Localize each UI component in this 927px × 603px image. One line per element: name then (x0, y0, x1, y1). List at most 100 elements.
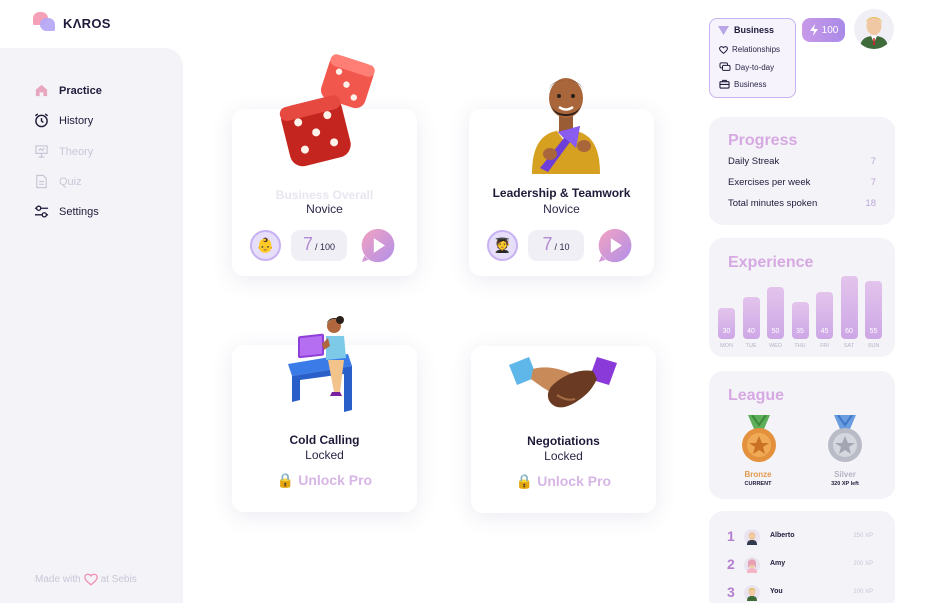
leaderboard-xp: 250 XP (853, 533, 873, 539)
unlock-pro-button[interactable]: 🔒 Unlock Pro (232, 472, 417, 489)
league-next-label: 320 XP left (831, 481, 859, 487)
category-dropdown[interactable]: Business Relationships Day-to-day Busine… (709, 18, 796, 98)
score-total: / 100 (314, 242, 336, 252)
stat-label: Total minutes spoken (728, 198, 818, 209)
stat-row: Exercises per week 7 (728, 177, 876, 188)
category-option-day-to-day[interactable]: Day-to-day (719, 62, 774, 72)
stat-value: 7 (870, 156, 876, 167)
day-label: SAT (843, 343, 855, 349)
category-selected[interactable]: Business (718, 25, 774, 35)
leaderboard-xp: 200 XP (853, 561, 873, 567)
score-value: 7 (302, 234, 313, 254)
heart-icon (83, 573, 98, 586)
level-badge: 👶 (250, 230, 281, 261)
unlock-pro-button[interactable]: 🔒 Unlock Pro (471, 473, 656, 490)
panel-title: Experience (728, 254, 814, 271)
man-with-arrow-illustration (532, 78, 600, 174)
lightning-icon (809, 24, 818, 36)
card-title: Cold Calling (289, 433, 360, 447)
score-value: 7 (542, 234, 553, 254)
brand-name: KΛROS (63, 15, 111, 31)
leaderboard-rank: 3 (727, 584, 735, 600)
bar-value-label: 50 (771, 328, 780, 335)
bar-value-label: 40 (747, 328, 755, 335)
presentation-icon (35, 145, 48, 158)
stat-label: Exercises per week (728, 177, 811, 188)
bar-value-label: 30 (722, 328, 731, 335)
league-current-label: CURRENT (744, 481, 772, 487)
card-level: Locked (305, 448, 344, 462)
card-title: Business Overall (275, 188, 374, 202)
dice-illustration (279, 54, 375, 167)
card-level: Locked (544, 449, 583, 463)
user-avatar[interactable] (854, 9, 894, 49)
silver-medal-icon (828, 415, 862, 462)
league-next-name: Silver (834, 470, 856, 479)
leaderboard-xp: 100 XP (853, 589, 873, 595)
card-level: Novice (306, 202, 343, 216)
clock-icon (34, 113, 49, 128)
card-title: Leadership & Teamwork (492, 186, 631, 200)
play-button[interactable] (596, 227, 633, 264)
league-current-name: Bronze (744, 470, 772, 479)
score-pill: 7 / 100 (291, 230, 347, 261)
day-label: WED (769, 343, 782, 349)
lock-icon: 🔒 (276, 472, 295, 488)
leaderboard-name: You (770, 588, 783, 595)
footer-prefix: Made with (35, 574, 81, 585)
league-panel: League Bronze CURRENT Silver 320 XP left (709, 371, 895, 499)
bar-value-label: 35 (796, 328, 804, 335)
briefcase-icon (719, 79, 730, 89)
day-label: SUN (867, 343, 880, 349)
avatar (744, 529, 760, 545)
sidebar-item-theory[interactable]: Theory (34, 144, 93, 159)
home-icon (35, 84, 48, 97)
card-title: Negotiations (527, 434, 600, 448)
panel-title: Progress (728, 132, 798, 149)
stat-row: Total minutes spoken 18 (728, 198, 876, 209)
day-label: TUE (745, 343, 757, 349)
stat-label: Daily Streak (728, 156, 780, 167)
bar-value-label: 60 (845, 328, 853, 335)
sidebar-item-quiz[interactable]: Quiz (34, 174, 82, 189)
leaderboard-row[interactable]: 2 Amy 200 XP (727, 556, 873, 576)
score-pill: 7 / 10 (528, 230, 584, 261)
sidebar-item-history[interactable]: History (34, 113, 93, 128)
panel-title: League (728, 387, 785, 404)
play-button[interactable] (359, 227, 396, 264)
unlock-label: Unlock Pro (537, 473, 612, 489)
day-label: FRI (820, 343, 829, 349)
option-label: Business (734, 79, 767, 89)
day-label: MON (720, 343, 733, 349)
lock-icon: 🔒 (515, 473, 534, 489)
stat-value: 7 (870, 177, 876, 188)
stat-row: Daily Streak 7 (728, 156, 876, 167)
category-label: Business (734, 25, 775, 35)
bronze-medal-icon (742, 415, 776, 462)
avatar-illustration (860, 17, 888, 49)
score-total: / 10 (554, 242, 570, 252)
avatar (744, 585, 760, 601)
sidebar-item-settings[interactable]: Settings (34, 204, 99, 219)
sidebar (0, 48, 183, 603)
footer-suffix: at Sebis (100, 574, 137, 585)
handshake-illustration (509, 357, 617, 408)
leaderboard-row[interactable]: 3 You 100 XP (727, 584, 873, 603)
leaderboard-rank: 1 (727, 528, 735, 544)
xp-value: 100 (821, 24, 839, 36)
sidebar-item-label: Settings (59, 205, 99, 218)
xp-badge[interactable]: 100 (802, 18, 845, 42)
logo-icon (33, 12, 57, 34)
app-logo[interactable]: KΛROS (33, 12, 111, 34)
card-level: Novice (543, 202, 580, 216)
avatar (744, 557, 760, 573)
level-badge: 🧑‍🎓 (487, 230, 518, 261)
leaderboard-row[interactable]: 1 Alberto 250 XP (727, 528, 873, 548)
leaderboard-name: Amy (770, 560, 786, 567)
chat-icon (719, 62, 731, 71)
category-option-business[interactable]: Business (719, 79, 766, 89)
heart-icon (719, 45, 728, 54)
document-icon (36, 174, 47, 189)
sidebar-item-practice[interactable]: Practice (34, 83, 102, 98)
category-option-relationships[interactable]: Relationships (719, 45, 780, 54)
